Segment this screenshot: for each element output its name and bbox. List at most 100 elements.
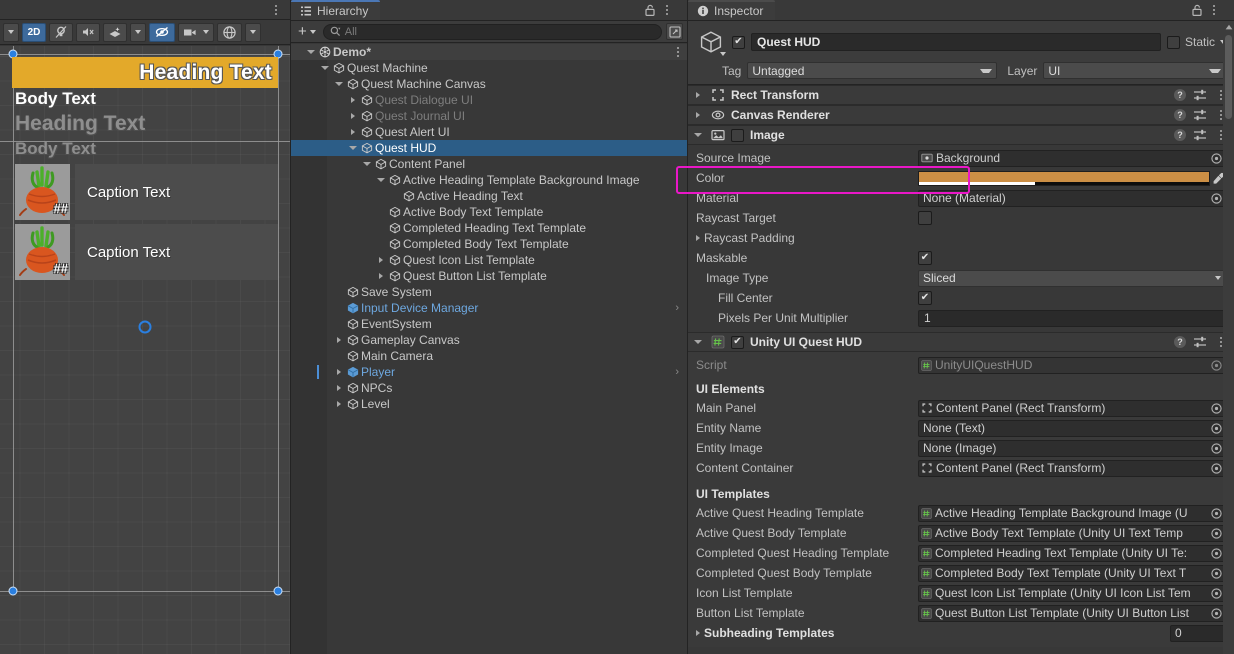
scene-tool-dropdown[interactable] (3, 22, 19, 42)
hierarchy-row[interactable]: EventSystem (291, 316, 687, 332)
object-picker-icon[interactable] (1210, 507, 1223, 519)
help-icon[interactable]: ? (1174, 109, 1186, 121)
inspector-scrollbar-thumb[interactable] (1225, 35, 1232, 119)
hierarchy-search-filter-button[interactable] (666, 23, 683, 40)
object-picker-icon[interactable] (1210, 547, 1223, 559)
chevron-right-icon[interactable] (333, 380, 345, 396)
rect-transform-foldout-icon[interactable] (691, 92, 705, 98)
component-header-canvas-renderer[interactable]: Canvas Renderer ? (688, 105, 1234, 125)
scene-2d-toggle[interactable]: 2D (22, 22, 46, 42)
inspector-menu-kebab-icon[interactable] (1207, 2, 1221, 18)
settings-sliders-icon[interactable] (1193, 129, 1207, 141)
hierarchy-row[interactable]: Player › (291, 364, 687, 380)
create-gameobject-button[interactable]: + (295, 23, 319, 40)
scene-gizmos-toggle[interactable] (217, 22, 242, 42)
hierarchy-row[interactable]: Active Heading Template Background Image (291, 172, 687, 188)
chevron-down-icon[interactable] (375, 172, 387, 188)
object-reference-field[interactable]: Content Panel (Rect Transform) (918, 399, 1226, 417)
scene-fx-dropdown[interactable] (130, 22, 146, 42)
raycast-target-checkbox[interactable] (918, 211, 932, 225)
scene-audio-toggle[interactable] (76, 22, 100, 42)
chevron-down-icon[interactable] (347, 140, 359, 156)
canvas-renderer-foldout-icon[interactable] (691, 112, 705, 118)
chevron-right-icon[interactable] (333, 364, 345, 380)
hierarchy-tree[interactable]: Demo* Quest Machine Quest Machine Canvas Qu… (291, 44, 687, 654)
hierarchy-row[interactable]: Gameplay Canvas (291, 332, 687, 348)
chevron-down-icon[interactable] (333, 76, 345, 92)
hierarchy-row[interactable]: Quest Journal UI (291, 108, 687, 124)
object-picker-icon[interactable] (1210, 607, 1223, 619)
hierarchy-row[interactable]: Content Panel (291, 156, 687, 172)
object-reference-field[interactable]: None (Text) (918, 419, 1226, 437)
scene-options-kebab-icon[interactable] (269, 2, 283, 18)
hierarchy-row[interactable]: Quest HUD (291, 140, 687, 156)
tab-inspector[interactable]: Inspector (688, 0, 776, 20)
chevron-right-icon[interactable] (347, 124, 359, 140)
scroll-up-arrow-icon[interactable] (1223, 21, 1234, 33)
image-type-dropdown[interactable]: Sliced (918, 269, 1226, 287)
chevron-right-icon[interactable] (375, 252, 387, 268)
scene-lighting-toggle[interactable] (49, 22, 73, 42)
object-picker-icon[interactable] (1210, 567, 1223, 579)
hierarchy-row[interactable]: Quest Machine (291, 60, 687, 76)
hierarchy-row[interactable]: Quest Machine Canvas (291, 76, 687, 92)
chevron-right-icon[interactable] (333, 332, 345, 348)
object-picker-icon[interactable] (1210, 527, 1223, 539)
object-reference-field[interactable]: Completed Body Text Template (Unity UI T… (918, 564, 1226, 582)
object-reference-field[interactable]: Active Body Text Template (Unity UI Text… (918, 524, 1226, 542)
chevron-right-icon[interactable] (333, 396, 345, 412)
script-foldout-icon[interactable] (691, 340, 705, 344)
component-header-image[interactable]: Image ? (688, 125, 1234, 145)
hierarchy-row[interactable]: Save System (291, 284, 687, 300)
hierarchy-search-input[interactable]: All (322, 23, 662, 40)
hierarchy-row[interactable]: Completed Body Text Template (291, 236, 687, 252)
hierarchy-row[interactable]: Quest Button List Template (291, 268, 687, 284)
hierarchy-row[interactable]: Active Body Text Template (291, 204, 687, 220)
hierarchy-row[interactable]: NPCs (291, 380, 687, 396)
object-reference-field[interactable]: None (Image) (918, 439, 1226, 457)
hierarchy-row[interactable]: Quest Icon List Template (291, 252, 687, 268)
object-picker-icon[interactable] (1210, 402, 1223, 414)
rect-pivot-handle[interactable] (138, 320, 152, 334)
object-picker-icon[interactable] (1210, 422, 1223, 434)
hierarchy-row[interactable]: Active Heading Text (291, 188, 687, 204)
static-checkbox[interactable] (1166, 35, 1180, 49)
image-enabled-checkbox[interactable] (731, 128, 744, 142)
material-field[interactable]: None (Material) (918, 189, 1226, 207)
layer-dropdown[interactable]: UI (1043, 62, 1226, 79)
rect-handle-bottom-left[interactable] (8, 586, 18, 596)
hierarchy-menu-kebab-icon[interactable] (660, 2, 674, 18)
object-picker-icon[interactable] (1210, 442, 1223, 454)
settings-sliders-icon[interactable] (1193, 336, 1207, 348)
hierarchy-row[interactable]: Main Camera (291, 348, 687, 364)
hierarchy-row[interactable]: Demo* (291, 44, 687, 60)
scene-canvas[interactable]: Heading Text Body Text Heading Text Body… (0, 46, 290, 654)
gameobject-name-input[interactable]: Quest HUD (751, 33, 1161, 51)
chevron-right-icon[interactable] (347, 108, 359, 124)
object-reference-field[interactable]: Content Panel (Rect Transform) (918, 459, 1226, 477)
scene-fx-toggle[interactable] (103, 22, 127, 42)
subheading-templates-foldout[interactable]: Subheading Templates (696, 626, 918, 640)
color-swatch-field[interactable] (918, 170, 1210, 186)
settings-sliders-icon[interactable] (1193, 89, 1207, 101)
image-foldout-icon[interactable] (691, 133, 705, 137)
chevron-right-icon[interactable] (347, 92, 359, 108)
hierarchy-row-kebab-icon[interactable] (677, 47, 687, 57)
hierarchy-row[interactable]: Quest Dialogue UI (291, 92, 687, 108)
script-enabled-checkbox[interactable] (731, 335, 744, 349)
tab-hierarchy[interactable]: Hierarchy (291, 0, 381, 20)
scene-visibility-toggle[interactable] (149, 22, 175, 42)
object-picker-icon[interactable] (1210, 587, 1223, 599)
hierarchy-row[interactable]: Level (291, 396, 687, 412)
prefab-open-chevron-icon[interactable]: › (675, 366, 687, 378)
rect-handle-bottom-right[interactable] (273, 586, 283, 596)
object-picker-icon[interactable] (1210, 152, 1223, 164)
chevron-down-icon[interactable] (319, 60, 331, 76)
pixels-per-unit-input[interactable]: 1 (918, 309, 1226, 327)
raycast-padding-foldout[interactable]: Raycast Padding (696, 231, 918, 245)
object-picker-icon[interactable] (1210, 462, 1223, 474)
component-header-rect-transform[interactable]: Rect Transform ? (688, 85, 1234, 105)
prefab-open-chevron-icon[interactable]: › (675, 302, 687, 314)
component-header-unity-ui-quest-hud[interactable]: Unity UI Quest HUD ? (688, 332, 1234, 352)
object-reference-field[interactable]: Active Heading Template Background Image… (918, 504, 1226, 522)
